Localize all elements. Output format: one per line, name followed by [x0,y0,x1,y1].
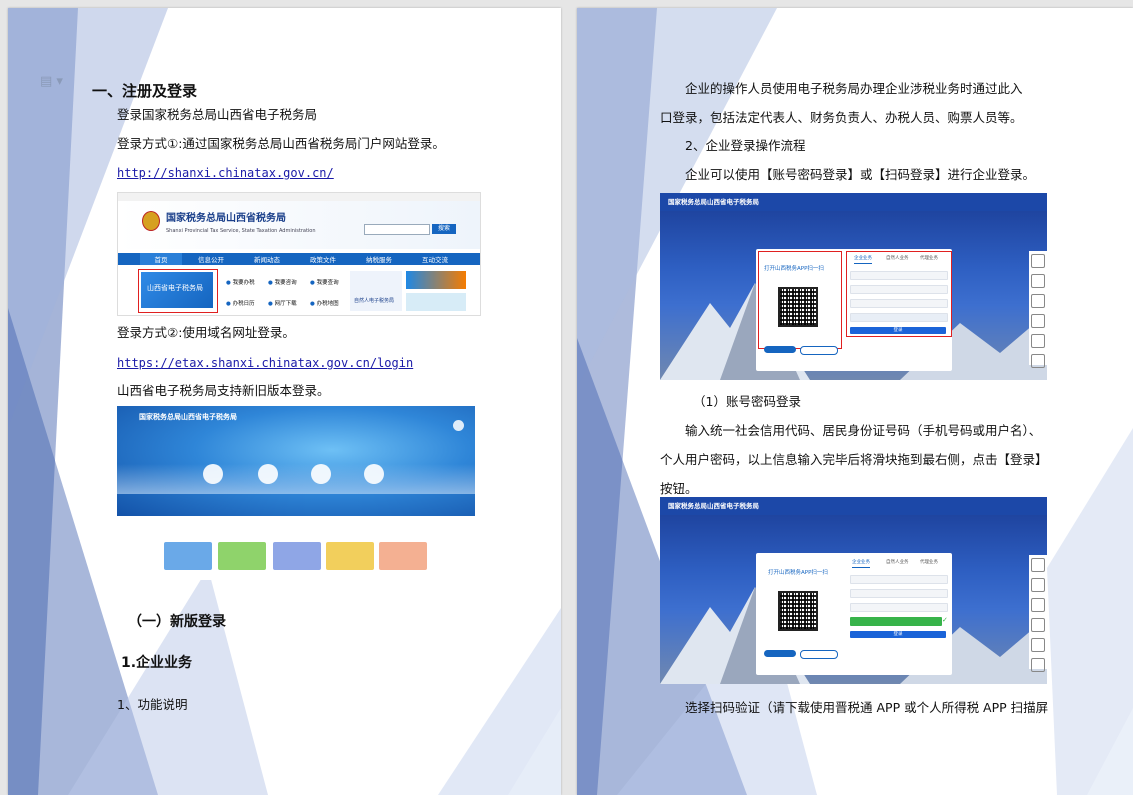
login2-id-input[interactable] [850,589,948,598]
portal-screenshot: 国家税务总局山西省税务局 Shanxi Provincial Tax Servi… [117,192,481,316]
portal-nav-home[interactable]: 首页 [140,253,182,265]
login2-credit-code-input[interactable] [850,575,948,584]
login1-slider[interactable] [850,313,948,322]
user-login-icon[interactable] [453,420,464,431]
paragraph-login-method-1: 登录方式①:通过国家税务总局山西省税务局门户网站登录。 [117,136,445,151]
login2-tab-individual[interactable]: 自然人业务 [886,559,909,567]
portal-search-input[interactable] [364,224,430,235]
document-page-right: 企业的操作人员使用电子税务局办理企业涉税业务时通过此入 口登录，包括法定代表人、… [577,8,1133,795]
etax-home-tile-4[interactable] [326,542,374,570]
etax-home-icon-1[interactable] [203,464,223,484]
login1-personal-app-button[interactable] [800,346,838,355]
login1-header-title: 国家税务总局山西省电子税务局 [668,198,759,206]
paragraph-operator-1: 企业的操作人员使用电子税务局办理企业涉税业务时通过此入 [685,81,1023,96]
paragraph-password-1: 输入统一社会信用代码、居民身份证号码（手机号码或用户名）、 [685,423,1042,438]
etax-home-header-title: 国家税务总局山西省电子税务局 [139,413,237,421]
login1-password-input[interactable] [850,299,948,308]
login1-tab-enterprise[interactable]: 企业业务 [854,255,872,264]
paragraph-password-3: 按钮。 [660,481,698,496]
portal-nav-interact[interactable]: 互动交流 [414,253,456,265]
login2-slider-verified[interactable] [850,617,942,626]
portal-topbar [118,193,480,201]
portal-service-5[interactable]: ● 网厅下载 [268,300,297,308]
login2-app-download-button[interactable] [764,650,796,657]
portal-etax-tile[interactable]: 山西省电子税务局 [141,272,213,308]
login-screenshot-1: 国家税务总局山西省电子税务局 打开山西税务APP扫一扫 企业业务 自然人业务 代… [660,193,1047,380]
etax-home-tile-2[interactable] [218,542,266,570]
login2-login-button[interactable]: 登录 [850,631,946,638]
portal-service-1[interactable]: ● 我要办税 [226,279,255,287]
portal-nav-news[interactable]: 新闻动态 [246,253,288,265]
login1-id-input[interactable] [850,285,948,294]
login2-qr-code-icon [778,591,818,631]
link-etax-login-url[interactable]: https://etax.shanxi.chinatax.gov.cn/logi… [117,355,413,371]
paragraph-version-support: 山西省电子税务局支持新旧版本登录。 [117,383,330,398]
portal-service-6[interactable]: ● 办税地图 [310,300,339,308]
document-page-left: ▤ ▾ 一、注册及登录 登录国家税务总局山西省电子税务局 登录方式①:通过国家税… [8,8,561,795]
portal-site-title: 国家税务总局山西省税务局 [166,213,286,224]
portal-banner-1[interactable] [406,271,466,289]
login2-tab-enterprise[interactable]: 企业业务 [852,559,870,568]
portal-nav-service[interactable]: 纳税服务 [358,253,400,265]
login1-login-button[interactable]: 登录 [850,327,946,334]
portal-nav-bar: 首页 信息公开 新闻动态 政策文件 纳税服务 互动交流 [118,253,480,265]
etax-home-icon-4[interactable] [364,464,384,484]
login2-personal-app-button[interactable] [800,650,838,659]
etax-home-tile-5[interactable] [379,542,427,570]
heading-register-login: 一、注册及登录 [92,82,198,100]
tax-emblem-icon [142,211,160,231]
portal-banner-2[interactable] [406,293,466,311]
etax-home-icon-2[interactable] [258,464,278,484]
login1-tab-agent[interactable]: 代理业务 [920,255,938,263]
portal-ad-tile[interactable]: 自然人电子税务局 [350,271,402,311]
login1-right-toolbar [1029,251,1047,368]
portal-service-3[interactable]: ● 我要查询 [310,279,339,287]
document-icon[interactable]: ▤ ▾ [40,75,63,88]
login2-tab-agent[interactable]: 代理业务 [920,559,938,567]
login1-app-download-button[interactable] [764,346,796,353]
etax-home-icon-3[interactable] [311,464,331,484]
portal-search-button[interactable]: 搜索 [432,224,456,234]
portal-service-2[interactable]: ● 我要咨询 [268,279,297,287]
login1-tab-individual[interactable]: 自然人业务 [886,255,909,263]
heading-enterprise-business: 1.企业业务 [121,655,193,671]
etax-home-tile-1[interactable] [164,542,212,570]
login2-scan-title: 打开山西税务APP扫一扫 [768,570,828,576]
etax-home-tile-3[interactable] [273,542,321,570]
paragraph-login-flow: 2、企业登录操作流程 [685,138,806,153]
paragraph-scan-verify: 选择扫码验证（请下载使用晋税通 APP 或个人所得税 APP 扫描屏 [685,700,1049,715]
login-screenshot-2: 国家税务总局山西省电子税务局 打开山西税务APP扫一扫 企业业务 自然人业务 代… [660,497,1047,684]
portal-site-subtitle: Shanxi Provincial Tax Service, State Tax… [166,228,316,234]
login2-password-input[interactable] [850,603,948,612]
paragraph-login-method-2: 登录方式②:使用域名网址登录。 [117,325,295,340]
login1-credit-code-input[interactable] [850,271,948,280]
login1-scan-title: 打开山西税务APP扫一扫 [764,266,824,272]
heading-new-version-login: （一）新版登录 [128,614,226,630]
paragraph-login-etax: 登录国家税务总局山西省电子税务局 [117,107,318,122]
link-portal-url[interactable]: http://shanxi.chinatax.gov.cn/ [117,165,334,181]
login2-header-title: 国家税务总局山西省电子税务局 [668,502,759,510]
etax-home-screenshot: 国家税务总局山西省电子税务局 [117,406,475,580]
login1-qr-code-icon [778,287,818,327]
check-icon: ✓ [942,616,948,624]
paragraph-password-2: 个人用户密码，以上信息输入完毕后将滑块拖到最右侧，点击【登录】 [660,452,1048,467]
heading-password-login: （1）账号密码登录 [693,394,801,409]
paragraph-function-desc: 1、功能说明 [117,697,188,712]
portal-service-4[interactable]: ● 办税日历 [226,300,255,308]
paragraph-login-options: 企业可以使用【账号密码登录】或【扫码登录】进行企业登录。 [685,167,1036,182]
portal-nav-policy[interactable]: 政策文件 [302,253,344,265]
login2-right-toolbar [1029,555,1047,672]
paragraph-operator-2: 口登录，包括法定代表人、财务负责人、办税人员、购票人员等。 [660,110,1023,125]
portal-nav-info[interactable]: 信息公开 [190,253,232,265]
